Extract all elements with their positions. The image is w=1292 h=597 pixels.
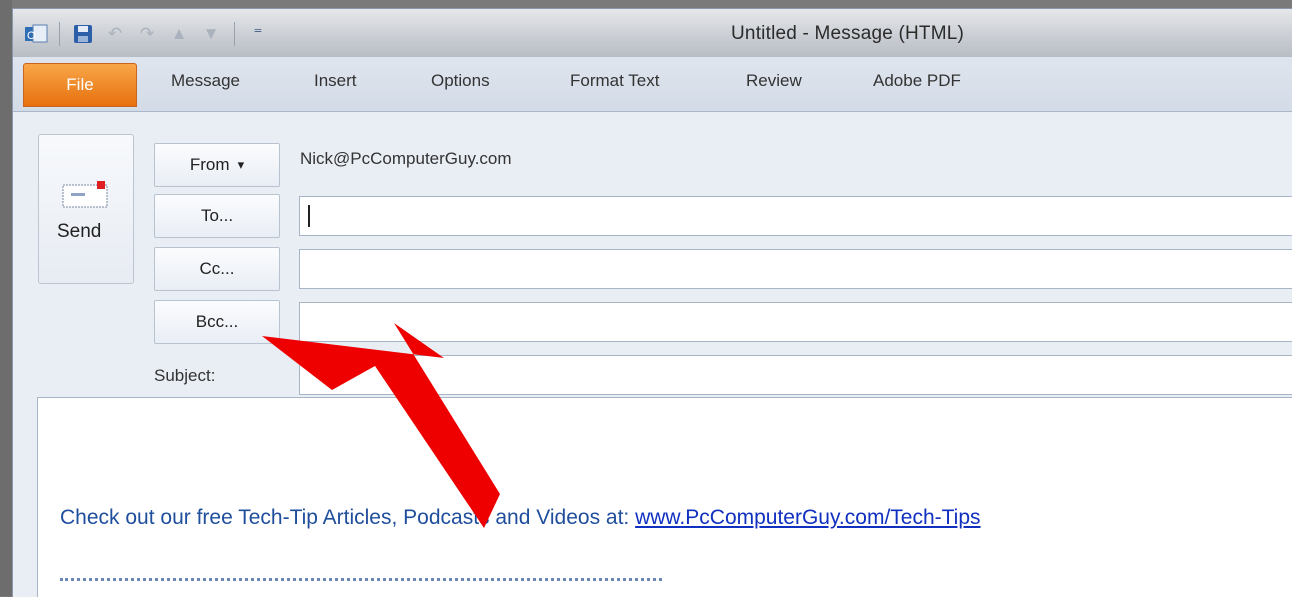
signature-link[interactable]: www.PcComputerGuy.com/Tech-Tips <box>635 506 980 529</box>
send-button[interactable]: Send <box>38 134 134 284</box>
signature-divider <box>60 578 662 581</box>
send-icon <box>62 181 108 208</box>
cc-field[interactable] <box>299 249 1292 289</box>
redo-icon[interactable]: ↷ <box>134 21 160 47</box>
from-label: From <box>189 155 230 174</box>
send-label: Send <box>57 221 102 242</box>
tab-insert[interactable]: Insert <box>314 71 357 91</box>
tab-adobe-pdf[interactable]: Adobe PDF <box>873 71 961 91</box>
toolbar-separator <box>59 22 60 46</box>
tab-review[interactable]: Review <box>746 71 802 91</box>
message-body[interactable]: Check out our free Tech-Tip Articles, Po… <box>37 397 1292 597</box>
ribbon-tabs: File Message Insert Options Format Text … <box>13 57 1292 112</box>
message-window: O ↶ ↷ ▲ ▼ ⁼ Untitled - Message (HTML) Fi… <box>12 8 1292 597</box>
message-header: Send From ▾ Nick@PcComputerGuy.com To...… <box>13 112 1292 397</box>
save-icon[interactable] <box>70 21 96 47</box>
from-address: Nick@PcComputerGuy.com <box>300 149 512 168</box>
customize-icon[interactable]: ⁼ <box>245 21 271 47</box>
tab-message[interactable]: Message <box>171 71 240 91</box>
down-arrow-icon[interactable]: ▼ <box>198 21 224 47</box>
bcc-field[interactable] <box>299 302 1292 342</box>
up-arrow-icon[interactable]: ▲ <box>166 21 192 47</box>
from-button[interactable]: From ▾ <box>154 143 280 187</box>
to-field[interactable] <box>299 196 1292 236</box>
tab-options[interactable]: Options <box>431 71 490 91</box>
signature-message: Check out our free Tech-Tip Articles, Po… <box>60 506 636 529</box>
subject-label: Subject: <box>154 366 216 385</box>
chevron-down-icon: ▾ <box>237 157 245 172</box>
quick-access-toolbar: O ↶ ↷ ▲ ▼ ⁼ <box>23 19 271 49</box>
to-button[interactable]: To... <box>154 194 280 238</box>
cc-button[interactable]: Cc... <box>154 247 280 291</box>
svg-text:O: O <box>27 30 36 42</box>
toolbar-separator <box>234 22 235 46</box>
bcc-button[interactable]: Bcc... <box>154 300 280 344</box>
title-bar: O ↶ ↷ ▲ ▼ ⁼ Untitled - Message (HTML) <box>13 9 1292 57</box>
text-cursor <box>308 205 310 227</box>
desktop-edge <box>0 0 12 596</box>
undo-icon[interactable]: ↶ <box>102 21 128 47</box>
window-title: Untitled - Message (HTML) <box>731 23 965 44</box>
subject-field[interactable] <box>299 355 1292 395</box>
tab-format-text[interactable]: Format Text <box>570 71 659 91</box>
outlook-icon[interactable]: O <box>23 21 49 47</box>
signature-text: Check out our free Tech-Tip Articles, Po… <box>60 506 981 530</box>
tab-file[interactable]: File <box>23 63 137 107</box>
